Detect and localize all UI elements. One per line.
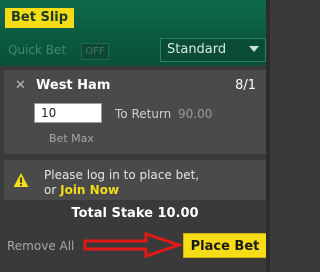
- quick-bet-label: Quick Bet: [8, 43, 67, 57]
- login-notice-text: Please log in to place bet,: [44, 168, 200, 182]
- close-icon[interactable]: ✕: [15, 78, 26, 93]
- bet-max-link[interactable]: Bet Max: [49, 132, 94, 145]
- bet-slip-footer: Remove All Place Bet: [0, 229, 270, 272]
- chevron-down-icon: [249, 46, 259, 52]
- login-notice: Please log in to place bet, or Join Now: [4, 160, 266, 200]
- to-return-label: To Return: [115, 107, 172, 121]
- join-now-link[interactable]: Join Now: [60, 183, 119, 197]
- total-stake: Total Stake 10.00: [71, 206, 199, 221]
- to-return-value: 90.00: [178, 107, 213, 121]
- place-bet-button[interactable]: Place Bet: [183, 233, 267, 258]
- stake-input[interactable]: [34, 103, 102, 123]
- warning-icon: [13, 173, 29, 187]
- scrollbar[interactable]: [266, 0, 270, 272]
- remove-all-link[interactable]: Remove All: [7, 239, 74, 253]
- bet-type-select[interactable]: Standard: [160, 38, 266, 62]
- quick-bet-toggle[interactable]: OFF: [81, 43, 109, 60]
- bet-selection: ✕ West Ham 8/1 To Return 90.00 Bet Max: [4, 70, 266, 154]
- bet-type-value: Standard: [167, 42, 227, 57]
- selection-name: West Ham: [36, 78, 111, 93]
- bet-slip-title: Bet Slip: [5, 8, 75, 28]
- red-arrow-annotation: [83, 232, 182, 258]
- login-notice-line2: or Join Now: [44, 183, 119, 197]
- bet-slip-panel: Bet Slip Quick Bet OFF Standard ✕ West H…: [0, 0, 270, 272]
- notice-or-text: or: [44, 183, 57, 197]
- selection-odds: 8/1: [235, 78, 256, 93]
- bet-slip-header: Bet Slip: [0, 0, 266, 38]
